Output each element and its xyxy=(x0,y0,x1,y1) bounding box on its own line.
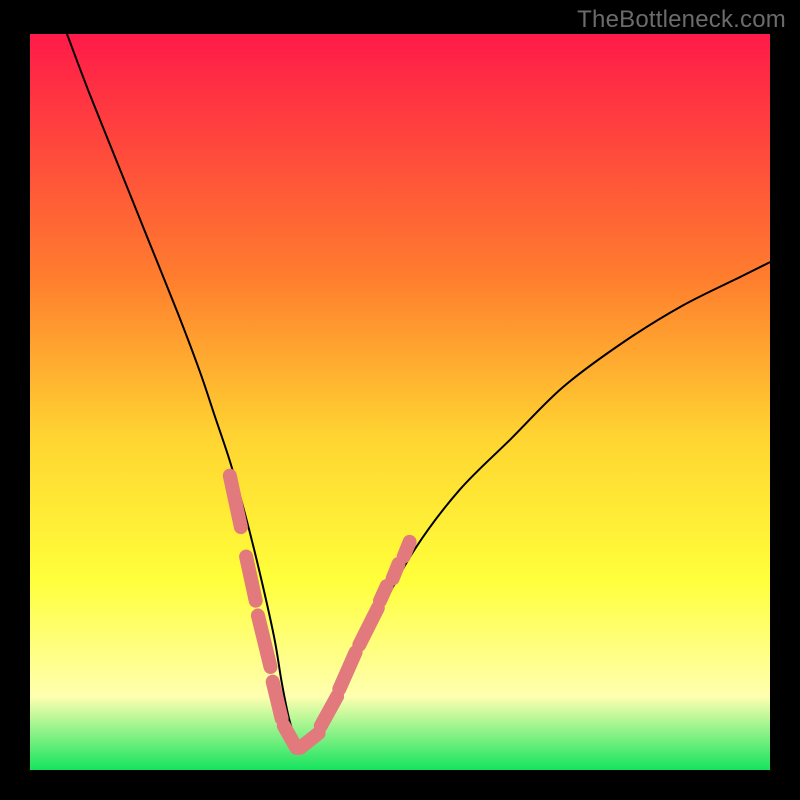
highlight-segment xyxy=(404,542,410,557)
highlight-segment xyxy=(246,557,256,601)
highlight-segment xyxy=(393,564,399,579)
watermark-text: TheBottleneck.com xyxy=(577,6,786,34)
gradient-background xyxy=(30,34,770,770)
plot-area xyxy=(30,34,770,770)
highlight-segment xyxy=(273,682,282,719)
bottleneck-chart xyxy=(30,34,770,770)
chart-frame: TheBottleneck.com xyxy=(0,0,800,800)
highlight-segment xyxy=(380,586,387,601)
